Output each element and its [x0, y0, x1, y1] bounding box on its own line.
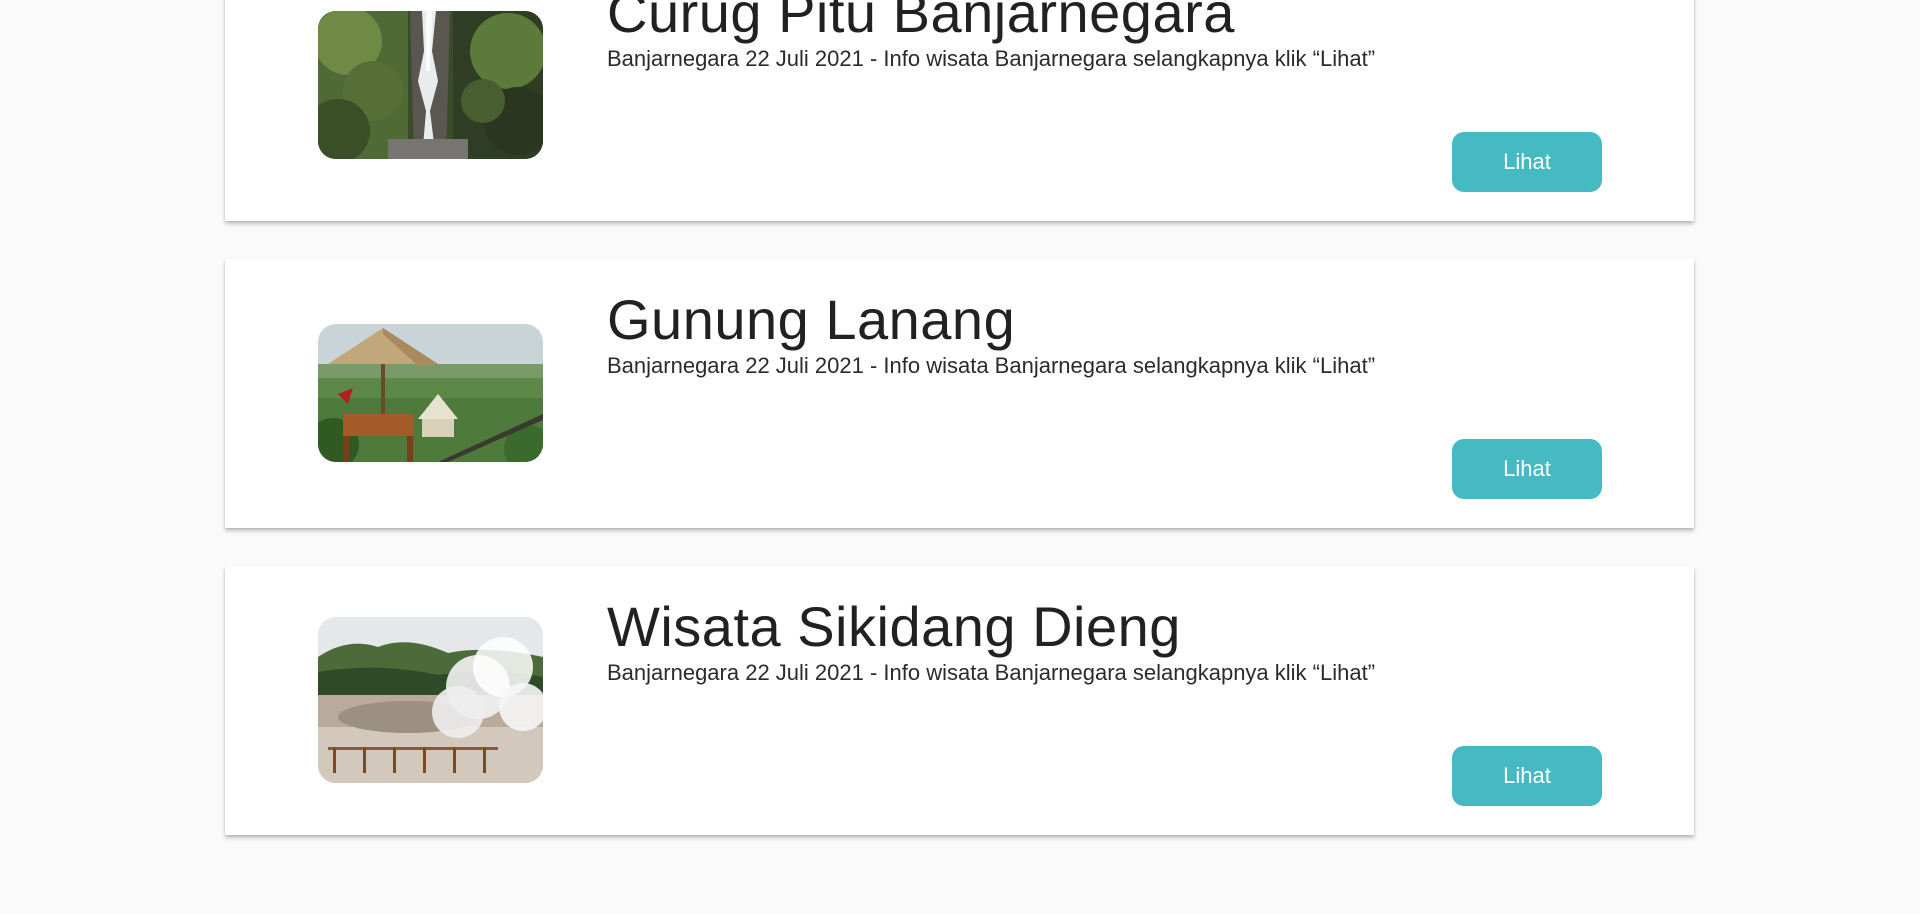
destination-image-waterfall — [318, 11, 543, 159]
destination-subtitle: Banjarnegara 22 Juli 2021 - Info wisata … — [607, 46, 1376, 71]
destination-image-crater — [318, 617, 543, 783]
view-button[interactable]: Lihat — [1452, 132, 1602, 192]
destination-card: Curug Pitu Banjarnegara Banjarnegara 22 … — [225, 0, 1694, 221]
destination-title: Curug Pitu Banjarnegara — [607, 0, 1235, 44]
destination-title: Wisata Sikidang Dieng — [607, 595, 1181, 658]
destination-card: Gunung Lanang Banjarnegara 22 Juli 2021 … — [225, 259, 1694, 528]
destination-list: Curug Pitu Banjarnegara Banjarnegara 22 … — [0, 0, 1920, 914]
destination-title: Gunung Lanang — [607, 288, 1016, 351]
destination-subtitle: Banjarnegara 22 Juli 2021 - Info wisata … — [607, 353, 1376, 378]
destination-image-gazebo — [318, 324, 543, 462]
destination-card: Wisata Sikidang Dieng Banjarnegara 22 Ju… — [225, 566, 1694, 835]
destination-subtitle: Banjarnegara 22 Juli 2021 - Info wisata … — [607, 660, 1376, 685]
view-button[interactable]: Lihat — [1452, 746, 1602, 806]
view-button[interactable]: Lihat — [1452, 439, 1602, 499]
